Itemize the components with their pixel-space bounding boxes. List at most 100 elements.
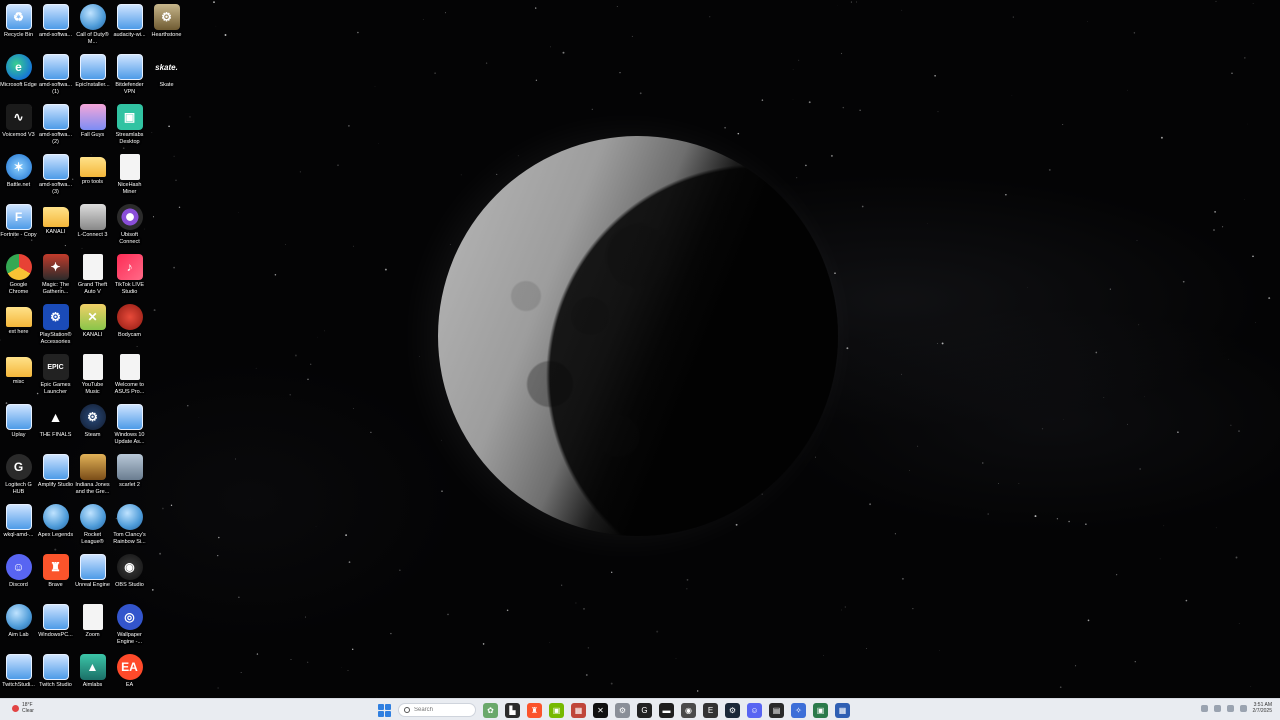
globe-icon <box>42 504 69 530</box>
epic-taskbar-icon[interactable]: E <box>703 702 718 718</box>
desktop-icon[interactable]: skate. Skate <box>148 52 185 102</box>
desktop-icon[interactable]: Unreal Engine <box>74 552 111 602</box>
desktop-icon[interactable]: Uplay <box>0 402 37 452</box>
desktop-icon[interactable]: scarlet 2 <box>111 452 148 502</box>
star <box>1048 168 1051 171</box>
desktop-icon-label: amd-softwa... (3) <box>38 182 72 195</box>
taskbar-center: ✿ ▙ ♜ ▣ ▦ ✕ ⚙ G ▬ ◉ E ⚙ ☺ ▤ ✧ ▣ ▦ <box>378 702 850 718</box>
desktop-icon[interactable]: Tom Clancy's Rainbow Si... <box>111 502 148 552</box>
file-explorer-icon[interactable]: ▙ <box>505 702 520 718</box>
desktop-icon-label: Epic Games Launcher <box>40 382 71 395</box>
desktop-icon[interactable]: Zoom <box>74 602 111 652</box>
desktop-icon[interactable]: ◉ OBS Studio <box>111 552 148 602</box>
star <box>1230 424 1232 426</box>
clock[interactable]: 3:51 AM 2/7/2025 <box>1253 702 1272 714</box>
volume-icon[interactable] <box>1239 704 1247 712</box>
chrome-icon <box>5 254 32 280</box>
edge-icon: e <box>5 54 32 80</box>
desktop-icon[interactable]: amd-softwa... (3) <box>37 152 74 202</box>
taskbar-app-icon[interactable]: ▤ <box>769 702 784 718</box>
steam-taskbar-icon[interactable]: ⚙ <box>725 702 740 718</box>
desktop-icon[interactable]: Indiana Jones and the Gre... <box>74 452 111 502</box>
taskbar-app-icon[interactable]: ▦ <box>835 702 850 718</box>
widgets-icon[interactable]: ✿ <box>483 702 498 718</box>
desktop-icon[interactable]: audacity-wi... <box>111 2 148 52</box>
desktop-icon[interactable]: Fall Guys <box>74 102 111 152</box>
search-input[interactable] <box>414 707 469 713</box>
desktop-icon[interactable]: L-Connect 3 <box>74 202 111 252</box>
desktop-icon[interactable]: ◎ Wallpaper Engine -... <box>111 602 148 652</box>
desktop-icon[interactable]: ∿ Voicemod V3 <box>0 102 37 152</box>
taskbar: 18°F Clear ✿ ▙ ♜ ▣ ▦ ✕ ⚙ G ▬ ◉ E ⚙ ☺ ▤ ✧ ▣ ▦ 3:51 AM 2/7… <box>0 698 1280 720</box>
desktop-icon[interactable]: ▣ Streamlabs Desktop <box>111 102 148 152</box>
desktop-icon[interactable]: ♪ TikTok LIVE Studio <box>111 252 148 302</box>
desktop-icon[interactable]: ⚙ Steam <box>74 402 111 452</box>
desktop-icon[interactable]: Bitdefender VPN <box>111 52 148 102</box>
desktop-icon[interactable]: ♜ Brave <box>37 552 74 602</box>
start-button[interactable] <box>378 703 391 717</box>
desktop-icon[interactable]: ⚙ Hearthstone <box>148 2 185 52</box>
taskbar-app-icon[interactable]: ▦ <box>571 702 586 718</box>
logitech-taskbar-icon[interactable]: G <box>637 702 652 718</box>
desktop-icon[interactable]: G Logitech G HUB <box>0 452 37 502</box>
wifi-icon[interactable] <box>1226 704 1234 712</box>
desktop-icon[interactable]: Rocket League® <box>74 502 111 552</box>
desktop-icon[interactable]: wkql-amd-... <box>0 502 37 552</box>
nvidia-icon[interactable]: ▣ <box>549 702 564 718</box>
star <box>761 99 764 101</box>
desktop-icon[interactable]: ♻ Recycle Bin <box>0 2 37 52</box>
desktop-icon[interactable]: amd-softwa... (1) <box>37 52 74 102</box>
taskbar-app-icon[interactable]: ▣ <box>813 702 828 718</box>
desktop-icon[interactable]: ▲ THE FINALS <box>37 402 74 452</box>
desktop-icon[interactable]: e Microsoft Edge <box>0 52 37 102</box>
star <box>1116 574 1118 576</box>
desktop-icon[interactable]: EA EA <box>111 652 148 698</box>
desktop-icon[interactable]: Bodycam <box>111 302 148 352</box>
globe-icon <box>116 504 143 530</box>
taskbar-search[interactable] <box>398 703 476 717</box>
desktop-icon[interactable]: ⚙ PlayStation® Accessories <box>37 302 74 352</box>
desktop-icon[interactable]: ▲ Aimlabs <box>74 652 111 698</box>
desktop-icon[interactable]: Amplify Studio <box>37 452 74 502</box>
brave-taskbar-icon[interactable]: ♜ <box>527 702 542 718</box>
desktop-icon[interactable]: WindowsPC... <box>37 602 74 652</box>
desktop-icon[interactable]: ✕ KANALI <box>74 302 111 352</box>
desktop-icon[interactable]: TwitchStudi... <box>0 652 37 698</box>
desktop-icon[interactable]: NiceHash Miner <box>111 152 148 202</box>
empty-grid-cell <box>148 652 185 698</box>
search-icon <box>404 707 410 713</box>
chevron-up-icon[interactable] <box>1200 704 1208 712</box>
desktop-icon[interactable]: pro tools <box>74 152 111 202</box>
desktop-icon[interactable]: Aim Lab <box>0 602 37 652</box>
desktop-icon[interactable]: YouTube Music <box>74 352 111 402</box>
desktop-icon[interactable]: ☺ Discord <box>0 552 37 602</box>
desktop-icon[interactable]: Welcome to ASUS Pro... <box>111 352 148 402</box>
desktop-icon[interactable]: Call of Duty® M... <box>74 2 111 52</box>
desktop-icon[interactable]: Apex Legends <box>37 502 74 552</box>
desktop-icon[interactable]: EpicInstaller... <box>74 52 111 102</box>
desktop-icon[interactable]: ✦ Magic: The Gatherin... <box>37 252 74 302</box>
taskbar-app-icon[interactable]: ✧ <box>791 702 806 718</box>
desktop-icon[interactable]: KANALI <box>37 202 74 252</box>
star <box>1062 124 1064 125</box>
capcut-icon[interactable]: ✕ <box>593 702 608 718</box>
desktop-icon[interactable]: Twitch Studio <box>37 652 74 698</box>
obs-taskbar-icon[interactable]: ◉ <box>681 702 696 718</box>
settings-icon[interactable]: ⚙ <box>615 702 630 718</box>
desktop-icon[interactable]: EPIC Epic Games Launcher <box>37 352 74 402</box>
desktop-icon[interactable]: Google Chrome <box>0 252 37 302</box>
desktop-icon[interactable]: ✶ Battle.net <box>0 152 37 202</box>
desktop-icon[interactable]: ext here <box>0 302 37 352</box>
desktop-icon[interactable]: Ubisoft Connect <box>111 202 148 252</box>
desktop-icon[interactable]: Grand Theft Auto V <box>74 252 111 302</box>
desktop-icon[interactable]: amd-softwa... (2) <box>37 102 74 152</box>
desktop-icon[interactable]: Windows 10 Update As... <box>111 402 148 452</box>
desktop-icon[interactable]: amd-softwa... <box>37 2 74 52</box>
microphone-icon[interactable] <box>1213 704 1221 712</box>
taskbar-app-icon[interactable]: ▬ <box>659 702 674 718</box>
discord-taskbar-icon[interactable]: ☺ <box>747 702 762 718</box>
weather-widget[interactable]: 18°F Clear <box>12 702 34 714</box>
desktop-icon[interactable]: misc <box>0 352 37 402</box>
desktop-icon[interactable]: F Fortnite - Copy <box>0 202 37 252</box>
star <box>315 526 317 527</box>
